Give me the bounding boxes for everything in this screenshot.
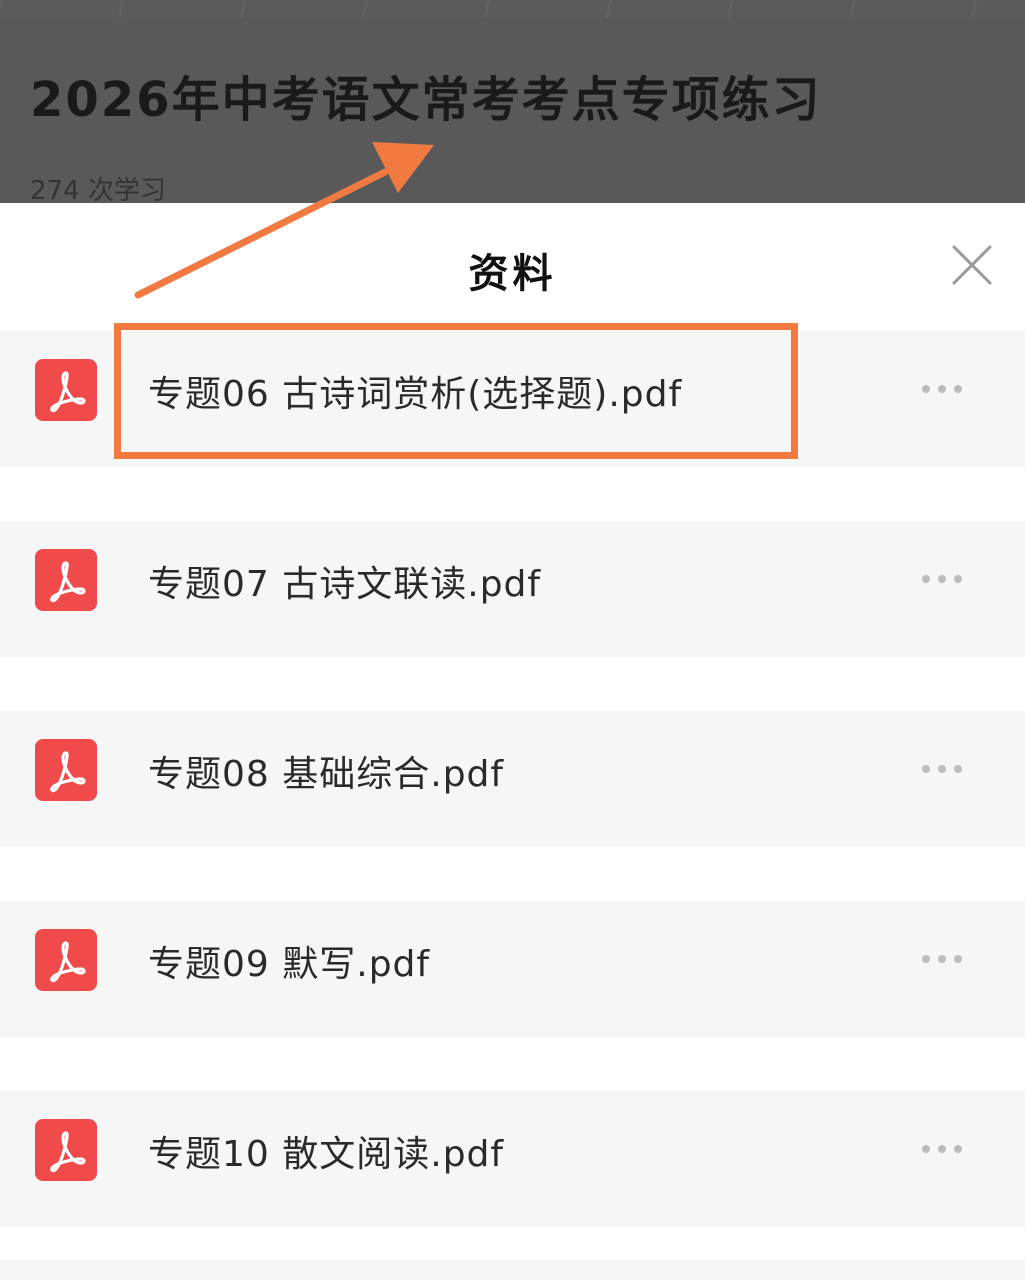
file-row[interactable]: 专题07 古诗文联读.pdf	[0, 521, 1025, 657]
study-count: 274 次学习	[30, 176, 166, 205]
pdf-icon	[35, 929, 97, 991]
file-name: 专题07 古诗文联读.pdf	[148, 564, 542, 605]
more-options-button[interactable]	[916, 753, 968, 783]
more-dot	[954, 955, 962, 963]
file-row-partial[interactable]	[0, 1260, 1025, 1280]
screen: 2026年中考语文常考考点专项练习 274 次学习 资料 专题06 古诗词赏析(…	[0, 0, 1025, 1280]
more-dot	[922, 575, 930, 583]
file-name: 专题06 古诗词赏析(选择题).pdf	[148, 374, 683, 415]
more-dot	[954, 765, 962, 773]
more-dot	[922, 385, 930, 393]
more-options-button[interactable]	[916, 1133, 968, 1163]
file-row[interactable]: 专题10 散文阅读.pdf	[0, 1091, 1025, 1227]
file-name: 专题10 散文阅读.pdf	[148, 1134, 505, 1175]
dimmed-course-page[interactable]: 2026年中考语文常考考点专项练习 274 次学习	[0, 0, 1025, 205]
close-button[interactable]	[950, 243, 994, 287]
file-row[interactable]: 专题09 默写.pdf	[0, 901, 1025, 1037]
pdf-icon	[35, 739, 97, 801]
sheet-header: 资料	[0, 203, 1025, 328]
more-dot	[954, 575, 962, 583]
file-list: 专题06 古诗词赏析(选择题).pdf 专题07 古诗文联读.pdf 专题08 …	[0, 331, 1025, 1280]
more-dot	[938, 765, 946, 773]
pdf-icon	[35, 359, 97, 421]
file-row[interactable]: 专题06 古诗词赏析(选择题).pdf	[0, 331, 1025, 467]
materials-sheet: 资料 专题06 古诗词赏析(选择题).pdf 专题07 古诗文联读.pdf 专题…	[0, 203, 1025, 1280]
close-icon	[952, 245, 992, 285]
more-dot	[938, 575, 946, 583]
file-name: 专题09 默写.pdf	[148, 944, 431, 985]
decorative-grid	[0, 0, 1025, 18]
more-dot	[954, 1145, 962, 1153]
file-row[interactable]: 专题08 基础综合.pdf	[0, 711, 1025, 847]
sheet-title: 资料	[468, 251, 557, 297]
more-dot	[954, 385, 962, 393]
more-dot	[938, 955, 946, 963]
more-dot	[922, 1145, 930, 1153]
more-dot	[938, 1145, 946, 1153]
more-options-button[interactable]	[916, 373, 968, 403]
more-dot	[938, 385, 946, 393]
more-options-button[interactable]	[916, 563, 968, 593]
course-title: 2026年中考语文常考考点专项练习	[30, 72, 822, 128]
file-name: 专题08 基础综合.pdf	[148, 754, 505, 795]
more-dot	[922, 765, 930, 773]
more-options-button[interactable]	[916, 943, 968, 973]
pdf-icon	[35, 549, 97, 611]
pdf-icon	[35, 1119, 97, 1181]
more-dot	[922, 955, 930, 963]
